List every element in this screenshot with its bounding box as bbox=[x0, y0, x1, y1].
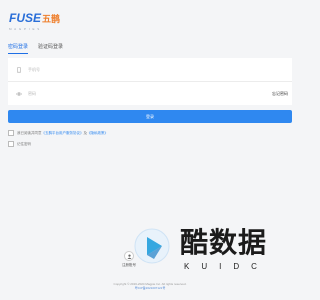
remember-row: 记住密码 bbox=[8, 141, 31, 147]
password-row: 忘记密码 bbox=[8, 82, 292, 105]
remember-label: 记住密码 bbox=[17, 141, 31, 146]
phone-input[interactable] bbox=[28, 67, 228, 72]
terms-link[interactable]: 《五鹊平台用户服务协议》 bbox=[42, 131, 84, 136]
login-button[interactable]: 登录 bbox=[8, 110, 292, 123]
login-tabs: 密码登录 验证码登录 bbox=[8, 43, 63, 54]
remember-checkbox[interactable] bbox=[8, 141, 14, 147]
eye-icon[interactable] bbox=[16, 91, 22, 97]
watermark-subtext: KUIDC bbox=[184, 262, 269, 271]
privacy-link[interactable]: 《隐私政策》 bbox=[87, 131, 108, 136]
phone-row bbox=[8, 58, 292, 82]
brand-logo: FUSE五鹊 M A G P I E S bbox=[9, 12, 69, 32]
logo-latin: FUSE bbox=[9, 11, 42, 25]
tab-password-login[interactable]: 密码登录 bbox=[8, 43, 29, 54]
agreement-row: 我已阅读并同意 《五鹊平台用户服务协议》 及 《隐私政策》 bbox=[8, 130, 108, 136]
password-input[interactable] bbox=[28, 91, 228, 96]
logo-tagline: M A G P I E S bbox=[9, 27, 41, 31]
phone-icon bbox=[17, 66, 21, 73]
user-icon[interactable] bbox=[124, 251, 134, 261]
login-form: 忘记密码 bbox=[8, 58, 292, 105]
play-icon bbox=[134, 228, 170, 264]
login-page: FUSE五鹊 M A G P I E S 密码登录 验证码登录 忘记密码 登录 bbox=[0, 0, 300, 300]
user-glyph bbox=[127, 254, 131, 259]
watermark-text: 酷数据 bbox=[180, 227, 268, 258]
logo-chinese: 五鹊 bbox=[42, 14, 61, 24]
tab-code-login[interactable]: 验证码登录 bbox=[38, 43, 63, 54]
logo-wordmark: FUSE五鹊 bbox=[9, 12, 69, 25]
agreement-checkbox[interactable] bbox=[8, 130, 14, 136]
forgot-password-link[interactable]: 忘记密码 bbox=[272, 91, 288, 97]
agreement-prefix: 我已阅读并同意 bbox=[17, 130, 42, 135]
footer-icp-link[interactable]: 粤ICP备2021007121号 bbox=[0, 286, 300, 290]
